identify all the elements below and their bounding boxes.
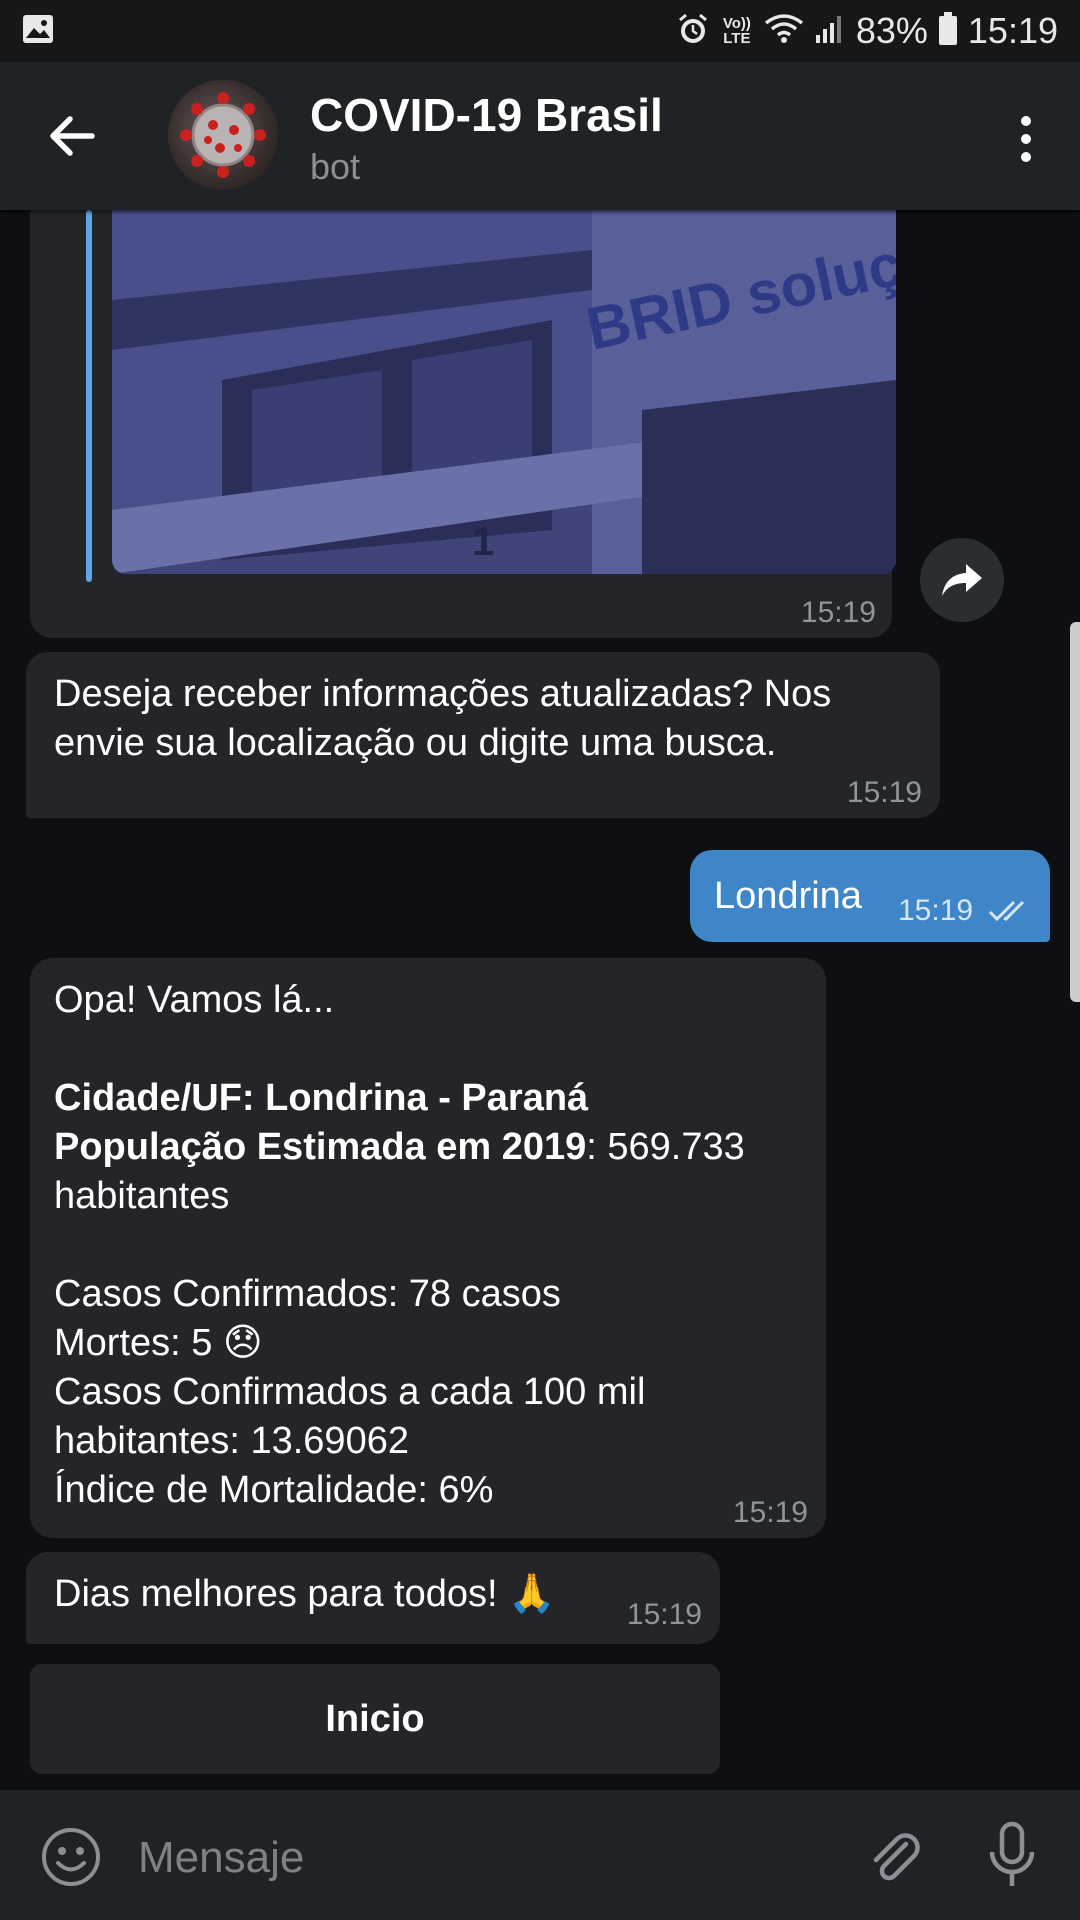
read-checkmarks-icon xyxy=(988,898,1034,929)
arrow-left-icon xyxy=(50,116,95,156)
microphone-icon xyxy=(989,1821,1035,1886)
cases-line: Casos Confirmados: 78 casos xyxy=(54,1273,561,1315)
building-photo: BRID soluções 1 xyxy=(112,210,896,574)
city-line: Cidade/UF: Londrina - Paraná xyxy=(54,1077,589,1119)
gallery-notification-icon xyxy=(22,14,54,49)
outgoing-message: Londrina 15:19 xyxy=(690,850,1050,942)
message-time: 15:19 xyxy=(626,1598,702,1631)
message-text: Dias melhores para todos! 🙏 xyxy=(54,1573,556,1615)
share-button[interactable] xyxy=(920,538,1004,622)
message-text: Londrina xyxy=(714,875,862,917)
message-time: 15:19 xyxy=(732,1496,808,1529)
reply-quote-bar xyxy=(86,210,92,582)
scrollbar-thumb[interactable] xyxy=(1070,622,1080,1002)
more-vertical-icon xyxy=(1021,116,1031,162)
status-bar: Vo)) LTE 83% 15:19 xyxy=(0,0,1080,62)
microphone-button[interactable] xyxy=(984,1820,1040,1892)
deaths-line: Mortes: 5 😞 xyxy=(54,1322,263,1364)
volte-label: Vo)) LTE xyxy=(722,15,751,47)
population-label: População Estimada em 2019 xyxy=(54,1126,587,1168)
battery-percent: 83% xyxy=(855,10,928,51)
chat-messages[interactable]: BRID soluções 1 15:19 Deseja receber inf… xyxy=(0,210,1080,1790)
message-text: Deseja receber informações atualizadas? … xyxy=(54,673,832,764)
message-photo[interactable]: BRID soluções 1 xyxy=(112,210,896,574)
mortality-line: Índice de Mortalidade: 6% xyxy=(54,1469,494,1511)
covid-info-message: Opa! Vamos lá... Cidade/UF: Londrina - P… xyxy=(30,958,826,1538)
alarm-icon xyxy=(676,12,710,51)
wifi-icon xyxy=(764,13,804,50)
status-icons: Vo)) LTE 83% 15:19 xyxy=(676,0,1058,62)
closing-message: Dias melhores para todos! 🙏 15:19 xyxy=(26,1552,720,1644)
photo-message: BRID soluções 1 15:19 xyxy=(30,210,896,638)
paperclip-icon xyxy=(873,1833,920,1881)
signal-icon xyxy=(814,13,846,50)
back-button[interactable] xyxy=(44,108,100,164)
info-body: Opa! Vamos lá... Cidade/UF: Londrina - P… xyxy=(54,976,745,1515)
message-input-bar xyxy=(0,1790,1080,1920)
virus-icon xyxy=(180,92,266,178)
message-time: 15:19 xyxy=(898,894,974,927)
emoji-button[interactable] xyxy=(40,1826,102,1888)
message-input[interactable] xyxy=(138,1828,838,1888)
smiley-icon xyxy=(42,1828,100,1886)
per100k-line-2: habitantes: 13.69062 xyxy=(54,1420,409,1462)
greeting-text: Opa! Vamos lá... xyxy=(54,979,335,1021)
population-line: População Estimada em 2019: 569.733 xyxy=(54,1123,745,1172)
chat-subtitle: bot xyxy=(310,146,361,187)
share-arrow-icon xyxy=(942,564,982,596)
per100k-line-1: Casos Confirmados a cada 100 mil xyxy=(54,1371,646,1413)
more-menu-button[interactable] xyxy=(1016,114,1036,164)
clock: 15:19 xyxy=(967,10,1058,51)
population-unit: habitantes xyxy=(54,1175,230,1217)
prompt-message: Deseja receber informações atualizadas? … xyxy=(26,652,940,818)
battery-icon xyxy=(938,11,958,51)
chat-title[interactable]: COVID-19 Brasil xyxy=(310,88,663,142)
inicio-button[interactable]: Inicio xyxy=(30,1664,720,1774)
message-time: 15:19 xyxy=(846,776,922,809)
avatar[interactable] xyxy=(168,80,278,190)
attach-button[interactable] xyxy=(862,1824,926,1888)
message-time: 15:19 xyxy=(800,596,876,629)
chat-header: COVID-19 Brasil bot xyxy=(0,62,1080,210)
population-value: : 569.733 xyxy=(586,1126,745,1168)
photo-door-number: 1 xyxy=(472,520,494,564)
